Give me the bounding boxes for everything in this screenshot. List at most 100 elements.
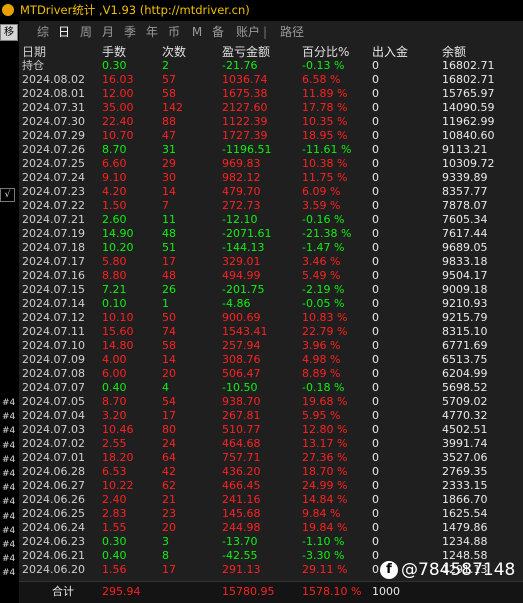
table-row: 2024.07.31 35.00 142 2127.60 17.78 % 0 14090.5…: [19, 101, 523, 115]
cell-col-5: 0: [372, 115, 379, 128]
tab-11[interactable]: 路径: [277, 21, 307, 43]
cell-col-4: 6.58 %: [302, 73, 341, 86]
cell-col-5: 0: [372, 521, 379, 534]
cell-col-5: 0: [372, 479, 379, 492]
cell-col-6: 1234.88: [442, 535, 488, 548]
cell-col-1: 1.56: [102, 563, 127, 576]
cell-col-6: 14090.59: [442, 101, 495, 114]
cell-col-4: -1.47 %: [302, 241, 345, 254]
cell-col-3: 900.69: [222, 311, 261, 324]
cell-col-0: 2024.07.22: [22, 199, 85, 212]
cell-col-2: 74: [162, 325, 176, 338]
cell-col-2: 47: [162, 129, 176, 142]
tab-5[interactable]: 年: [143, 21, 161, 43]
cell-col-6: 9504.17: [442, 269, 488, 282]
table-row: 2024.06.28 6.53 42 436.20 18.70 % 0 2769.35: [19, 465, 523, 479]
cell-col-2: 51: [162, 241, 176, 254]
cell-col-0: 2024.07.25: [22, 157, 85, 170]
cell-col-4: -0.18 %: [302, 381, 345, 394]
cell-col-4: -0.13 %: [302, 59, 345, 72]
cell-col-1: 0.40: [102, 381, 127, 394]
side-mark: #4: [2, 440, 16, 451]
tab-10: |: [262, 25, 268, 39]
totals-lots: 295.94: [102, 585, 141, 598]
cell-col-1: 0.30: [102, 535, 127, 548]
cell-col-0: 2024.06.20: [22, 563, 85, 576]
cell-col-1: 2.60: [102, 213, 127, 226]
tab-6[interactable]: 币: [165, 21, 183, 43]
cell-col-1: 14.90: [102, 227, 134, 240]
table-row: 2024.07.29 10.70 47 1727.39 18.95 % 0 10840.60: [19, 129, 523, 143]
tab-0[interactable]: 综: [34, 21, 52, 43]
cell-col-5: 0: [372, 213, 379, 226]
cell-col-3: 145.68: [222, 507, 261, 520]
tab-3[interactable]: 月: [99, 21, 117, 43]
move-button[interactable]: 移: [0, 24, 18, 41]
tab-2[interactable]: 周: [77, 21, 95, 43]
tab-4[interactable]: 季: [121, 21, 139, 43]
cell-col-3: 272.73: [222, 199, 261, 212]
cell-col-4: 12.80 %: [302, 423, 348, 436]
cell-col-2: 57: [162, 73, 176, 86]
side-checkbox[interactable]: √: [0, 188, 15, 202]
cell-col-4: 10.83 %: [302, 311, 348, 324]
cell-col-1: 1.55: [102, 521, 127, 534]
cell-col-1: 4.20: [102, 185, 127, 198]
cell-col-5: 0: [372, 535, 379, 548]
cell-col-0: 2024.07.26: [22, 143, 85, 156]
cell-col-3: -1196.51: [222, 143, 272, 156]
table-row: 2024.06.26 2.40 21 241.16 14.84 % 0 1866.70: [19, 493, 523, 507]
tab-8[interactable]: 备: [209, 21, 227, 43]
cell-col-5: 0: [372, 59, 379, 72]
tab-9[interactable]: 账户: [233, 21, 263, 43]
cell-col-1: 22.40: [102, 115, 134, 128]
cell-col-4: 11.75 %: [302, 171, 348, 184]
cell-col-1: 2.83: [102, 507, 127, 520]
cell-col-6: 7617.44: [442, 227, 488, 240]
cell-col-6: 2769.35: [442, 465, 488, 478]
cell-col-2: 42: [162, 465, 176, 478]
cell-col-3: 436.20: [222, 465, 261, 478]
cell-col-2: 62: [162, 479, 176, 492]
cell-col-4: 5.95 %: [302, 409, 341, 422]
cell-col-5: 出入金: [372, 45, 409, 59]
cell-col-3: 494.99: [222, 269, 261, 282]
table-row: 2024.07.21 2.60 11 -12.10 -0.16 % 0 7605.34: [19, 213, 523, 227]
cell-col-6: 9339.89: [442, 171, 488, 184]
cell-col-0: 2024.07.21: [22, 213, 85, 226]
table-row: 2024.07.09 4.00 14 308.76 4.98 % 0 6513.75: [19, 353, 523, 367]
tab-1[interactable]: 日: [55, 21, 73, 43]
tab-7[interactable]: M: [189, 21, 205, 43]
cell-col-3: 757.71: [222, 451, 261, 464]
cell-col-5: 0: [372, 465, 379, 478]
cell-col-1: 8.70: [102, 143, 127, 156]
cell-col-6: 11962.99: [442, 115, 495, 128]
table-row: 2024.08.01 12.00 58 1675.38 11.89 % 0 15765.97: [19, 87, 523, 101]
table-row: 2024.07.07 0.40 4 -10.50 -0.18 % 0 5698.52: [19, 381, 523, 395]
title-bar: MTDriver统计 ,V1.93 (http://mtdriver.cn): [0, 0, 523, 20]
cell-col-5: 0: [372, 507, 379, 520]
cell-col-2: 17: [162, 409, 176, 422]
cell-col-2: 17: [162, 255, 176, 268]
cell-col-0: 2024.06.27: [22, 479, 85, 492]
cell-col-2: 23: [162, 507, 176, 520]
cell-col-3: 291.13: [222, 563, 261, 576]
cell-col-6: 9009.18: [442, 283, 488, 296]
cell-col-0: 2024.07.29: [22, 129, 85, 142]
cell-col-4: 24.99 %: [302, 479, 348, 492]
cell-col-3: 1122.39: [222, 115, 268, 128]
cell-col-1: 8.80: [102, 269, 127, 282]
cell-col-4: -0.16 %: [302, 213, 345, 226]
table-row: 2024.07.18 10.20 51 -144.13 -1.47 % 0 9689.05: [19, 241, 523, 255]
cell-col-6: 16802.71: [442, 59, 495, 72]
holding-row: 持仓 0.30 2 -21.76 -0.13 % 0 16802.71: [19, 59, 523, 73]
cell-col-4: -21.38 %: [302, 227, 352, 240]
cell-col-0: 2024.07.15: [22, 283, 85, 296]
cell-col-2: 2: [162, 59, 169, 72]
cell-col-3: -13.70: [222, 535, 258, 548]
cell-col-5: 0: [372, 143, 379, 156]
table-row: 2024.08.02 16.03 57 1036.74 6.58 % 0 16802.71: [19, 73, 523, 87]
cell-col-2: 50: [162, 311, 176, 324]
cell-col-6: 4502.51: [442, 423, 488, 436]
cell-col-2: 20: [162, 521, 176, 534]
